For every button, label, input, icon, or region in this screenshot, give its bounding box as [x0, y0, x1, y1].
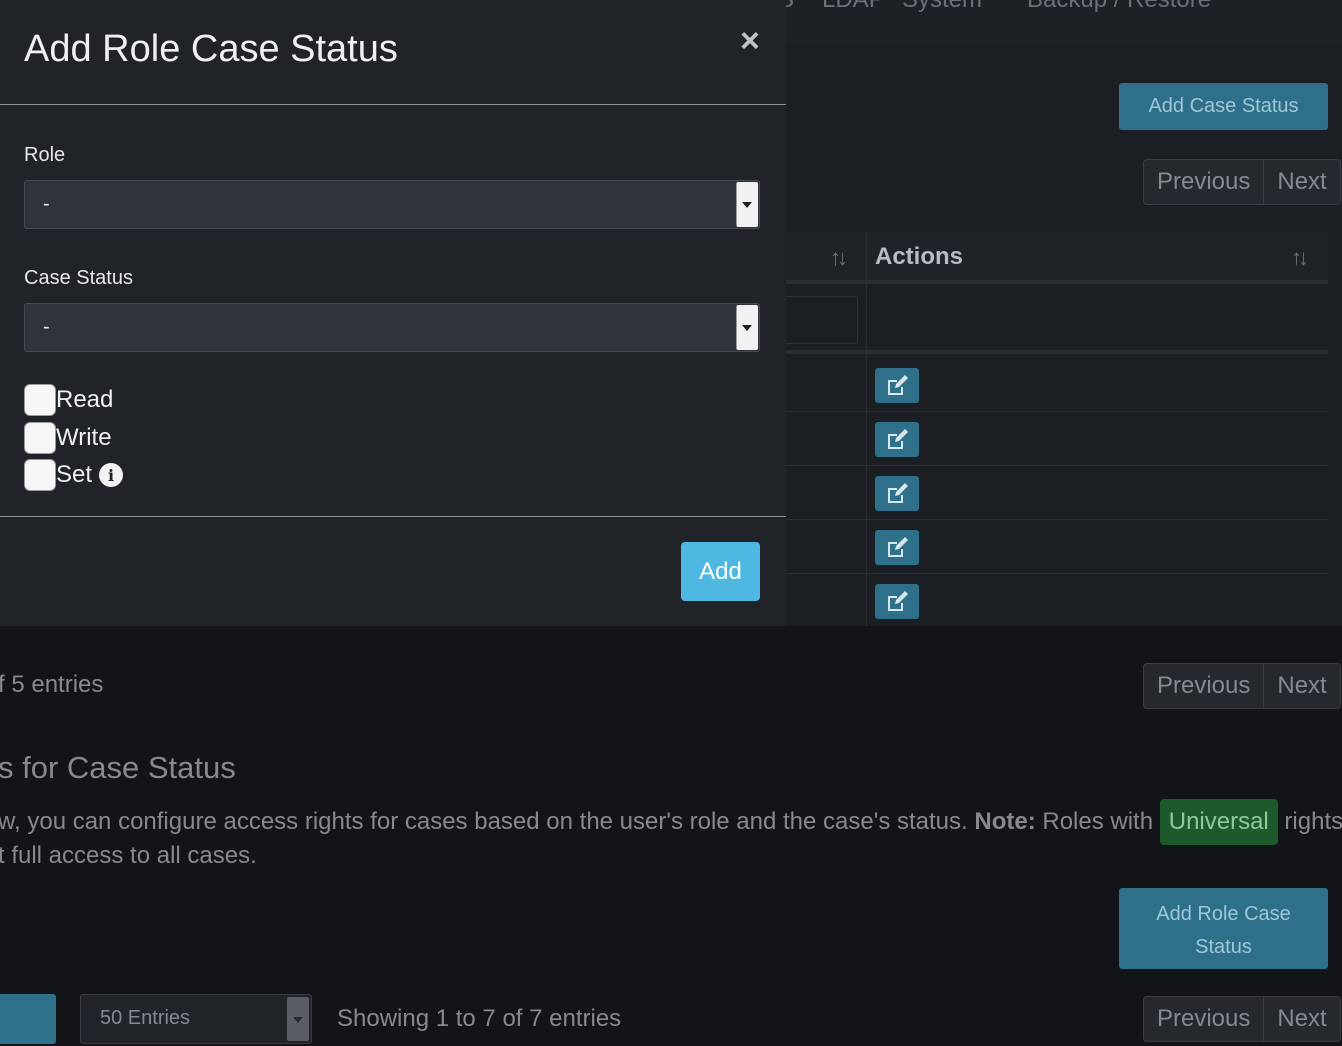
- toolbar-button[interactable]: [0, 994, 56, 1044]
- next-button[interactable]: Next: [1263, 997, 1339, 1041]
- section-heading: s for Case Status: [0, 750, 236, 785]
- next-button[interactable]: Next: [1263, 160, 1339, 204]
- nav-item-backup-restore[interactable]: Backup / Restore: [1027, 0, 1211, 14]
- write-label[interactable]: Write: [56, 422, 112, 454]
- edit-button[interactable]: [875, 422, 919, 457]
- nav-item-system[interactable]: System: [902, 0, 982, 14]
- modal-title: Add Role Case Status: [24, 28, 398, 70]
- column-filter-input[interactable]: [786, 296, 858, 344]
- close-icon[interactable]: ×: [740, 24, 760, 58]
- add-role-case-status-button[interactable]: Add Role Case Status: [1119, 888, 1328, 969]
- pager-top: Previous Next: [1143, 159, 1341, 205]
- edit-icon: [888, 536, 908, 557]
- table-header: [786, 232, 1328, 284]
- table-row: [786, 358, 1328, 412]
- add-case-status-button[interactable]: Add Case Status: [1119, 83, 1328, 130]
- role-select[interactable]: -: [24, 180, 760, 229]
- entries-select[interactable]: 50 Entries: [80, 994, 312, 1044]
- chevron-down-icon: [287, 997, 309, 1041]
- edit-icon: [888, 428, 908, 449]
- edit-icon: [888, 590, 908, 611]
- write-checkbox-row: Write: [24, 422, 112, 454]
- actions-column-header[interactable]: Actions: [875, 243, 963, 271]
- previous-button[interactable]: Previous: [1144, 664, 1263, 708]
- role-label: Role: [24, 144, 66, 166]
- role-select-value: -: [43, 193, 50, 215]
- set-label[interactable]: Set: [56, 459, 92, 491]
- description-text: t full access to all cases.: [0, 842, 257, 869]
- add-button[interactable]: Add: [681, 542, 760, 601]
- previous-button[interactable]: Previous: [1144, 160, 1263, 204]
- description-text: rights: [1277, 808, 1342, 835]
- add-role-case-status-modal: Add Role Case Status × Role - Case Statu…: [0, 0, 786, 626]
- sort-icon[interactable]: ↑↓: [830, 245, 848, 271]
- edit-button[interactable]: [875, 584, 919, 619]
- table-row: [786, 520, 1328, 574]
- sort-icon[interactable]: ↑↓: [1291, 245, 1309, 271]
- chevron-down-icon: [736, 182, 758, 227]
- pager-bottom: Previous Next: [1143, 663, 1341, 709]
- edit-icon: [888, 374, 908, 395]
- case-status-label: Case Status: [24, 267, 133, 289]
- read-label[interactable]: Read: [56, 384, 113, 416]
- description-text: w, you can configure access rights for c…: [0, 808, 975, 835]
- filter-row: [786, 288, 1328, 354]
- info-icon[interactable]: i: [99, 463, 124, 487]
- description-text: Roles with: [1035, 808, 1160, 835]
- previous-button[interactable]: Previous: [1144, 997, 1263, 1041]
- edit-button[interactable]: [875, 368, 919, 403]
- case-status-select[interactable]: -: [24, 303, 760, 352]
- chevron-down-icon: [736, 305, 758, 350]
- read-checkbox-row: Read: [24, 384, 113, 416]
- edit-button[interactable]: [875, 530, 919, 565]
- next-button[interactable]: Next: [1263, 664, 1339, 708]
- section-description: w, you can configure access rights for c…: [0, 799, 1342, 845]
- pager-role-case-status: Previous Next: [1143, 996, 1341, 1042]
- edit-button[interactable]: [875, 476, 919, 511]
- modal-footer-divider: [0, 516, 786, 517]
- table-info: f 5 entries: [0, 671, 104, 698]
- read-checkbox[interactable]: [24, 384, 56, 416]
- write-checkbox[interactable]: [24, 422, 56, 454]
- table-row: [786, 412, 1328, 466]
- edit-icon: [888, 482, 908, 503]
- table-row: [786, 574, 1328, 628]
- entries-select-value: 50 Entries: [100, 1007, 191, 1029]
- modal-header-divider: [0, 104, 786, 105]
- set-checkbox-row: Set i: [24, 459, 124, 491]
- universal-badge: Universal: [1159, 799, 1278, 845]
- table-row: [786, 466, 1328, 520]
- note-label: Note:: [974, 808, 1036, 835]
- table-info: Showing 1 to 7 of 7 entries: [337, 1005, 622, 1032]
- set-checkbox[interactable]: [24, 459, 56, 491]
- nav-item-ldap[interactable]: LDAP: [822, 0, 885, 14]
- case-status-select-value: -: [43, 316, 50, 338]
